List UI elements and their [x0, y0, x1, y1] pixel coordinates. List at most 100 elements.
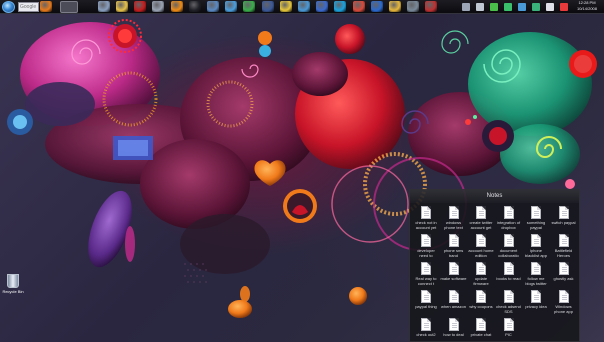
text-file-icon: [503, 206, 514, 219]
note-file[interactable]: Battlefield Heroes: [551, 234, 577, 264]
phone-icon[interactable]: [462, 3, 470, 11]
note-file[interactable]: how to deal: [441, 318, 467, 342]
tool-icon[interactable]: [407, 1, 419, 12]
note-file-label: account home edition: [468, 248, 494, 258]
search-input[interactable]: [18, 2, 39, 12]
note-file[interactable]: private chat: [468, 318, 494, 342]
note-file[interactable]: Real way to connect t: [413, 262, 439, 292]
notes-panel: Notes check not in account yet windows ph…: [409, 189, 580, 342]
note-file[interactable]: privacy idea: [523, 290, 549, 320]
note-file[interactable]: check not in account yet: [413, 206, 439, 236]
note-file[interactable]: when amazon: [441, 290, 467, 320]
system-tray: 12:28 PM 10/14/2008: [454, 0, 604, 14]
note-file[interactable]: phone sms band: [441, 234, 467, 264]
text-file-icon: [531, 206, 541, 219]
note-file[interactable]: create twitter account get: [468, 206, 494, 236]
chart-icon[interactable]: [532, 3, 540, 11]
text-file-icon: [448, 206, 459, 219]
text-file-icon: [503, 234, 514, 247]
note-file[interactable]: check adsend SDS: [496, 290, 522, 320]
note-file[interactable]: follow me blogs twitter: [523, 262, 549, 292]
note-file[interactable]: developer need to: [413, 234, 439, 264]
archive-icon[interactable]: [389, 1, 401, 12]
recycle-bin[interactable]: Recycle Bin: [2, 274, 24, 300]
note-file[interactable]: integration of dropbox: [496, 206, 522, 236]
text-file-icon: [503, 290, 514, 303]
mail-icon[interactable]: [280, 1, 292, 12]
clock[interactable]: 12:28 PM 10/14/2008: [574, 0, 600, 12]
text-file-icon: [531, 290, 541, 303]
text-file-icon: [448, 262, 459, 275]
weather-icon[interactable]: [298, 1, 310, 12]
note-file-label: how to deal: [443, 332, 464, 337]
text-file-icon: [421, 290, 431, 303]
note-file-label: check out2: [416, 332, 436, 337]
note-file[interactable]: Windows phone app: [551, 290, 577, 320]
clock-date: 10/14/2008: [576, 6, 598, 11]
chat-icon[interactable]: [225, 1, 237, 12]
text-file-icon: [421, 234, 431, 247]
note-file-label: windows phone text: [444, 220, 463, 230]
note-file-label: integration of dropbox: [496, 220, 521, 230]
note-file[interactable]: ghostly ask: [551, 262, 577, 292]
text-file-icon: [476, 234, 486, 247]
note-file-label: Windows phone app: [554, 304, 573, 314]
note-file[interactable]: something paypal: [523, 206, 549, 236]
media-player-icon[interactable]: [371, 1, 383, 12]
terminal-icon[interactable]: [189, 1, 201, 12]
network-icon[interactable]: [207, 1, 219, 12]
filezilla-icon[interactable]: [134, 1, 146, 12]
download-icon[interactable]: [316, 1, 328, 12]
active-window-button[interactable]: [60, 1, 78, 13]
note-file[interactable]: switch paypal: [551, 206, 577, 236]
note-file[interactable]: windows phone text: [441, 206, 467, 236]
text-file-icon: [476, 318, 486, 331]
note-file[interactable]: paypal thing: [413, 290, 439, 320]
note-file-label: check adsend SDS: [496, 304, 521, 314]
chrome-icon[interactable]: [353, 1, 365, 12]
note-file-label: create twitter account get: [469, 220, 493, 230]
note-file-label: update firmware: [473, 276, 489, 286]
flag-icon[interactable]: [560, 3, 568, 11]
mail-tray-icon[interactable]: [546, 3, 554, 11]
note-file-label: Real way to connect t: [415, 276, 437, 286]
text-file-icon: [503, 318, 514, 331]
text-file-icon: [421, 262, 431, 275]
settings-icon[interactable]: [152, 1, 164, 12]
note-file[interactable]: check out2: [413, 318, 439, 342]
window-icon[interactable]: [98, 1, 110, 12]
note-file-label: document collaboratio: [498, 248, 519, 258]
note-file[interactable]: PIC: [496, 318, 522, 342]
recycle-bin-label: Recycle Bin: [2, 289, 24, 294]
note-file[interactable]: why coupons: [468, 290, 494, 320]
facebook-icon[interactable]: [262, 1, 274, 12]
recycle-bin-icon: [7, 274, 19, 288]
note-file-label: when amazon: [441, 304, 466, 309]
vlc-icon[interactable]: [171, 1, 183, 12]
note-file[interactable]: make software: [441, 262, 467, 292]
game-icon[interactable]: [425, 1, 437, 12]
note-file-label: privacy idea: [525, 304, 547, 309]
note-file[interactable]: books to read: [496, 262, 522, 292]
text-file-icon: [531, 234, 541, 247]
note-file[interactable]: document collaboratio: [496, 234, 522, 264]
text-file-icon: [476, 262, 486, 275]
note-file[interactable]: account home edition: [468, 234, 494, 264]
note-file[interactable]: update firmware: [468, 262, 494, 292]
folder-icon[interactable]: [116, 1, 128, 12]
note-file-label: why coupons: [469, 304, 493, 309]
note-file[interactable]: iphone blacklist app: [523, 234, 549, 264]
start-button[interactable]: [2, 1, 15, 13]
firefox-icon[interactable]: [40, 1, 52, 12]
text-file-icon: [558, 234, 569, 247]
network-tray-icon[interactable]: [490, 3, 498, 11]
text-file-icon: [558, 262, 569, 275]
skype-icon[interactable]: [334, 1, 346, 12]
sync-icon[interactable]: [518, 3, 526, 11]
note-file-label: paypal thing: [415, 304, 437, 309]
shield-icon[interactable]: [504, 3, 512, 11]
text-file-icon: [476, 206, 486, 219]
speaker-icon[interactable]: [476, 3, 484, 11]
messenger-icon[interactable]: [243, 1, 255, 12]
note-file-label: Battlefield Heroes: [554, 248, 573, 258]
